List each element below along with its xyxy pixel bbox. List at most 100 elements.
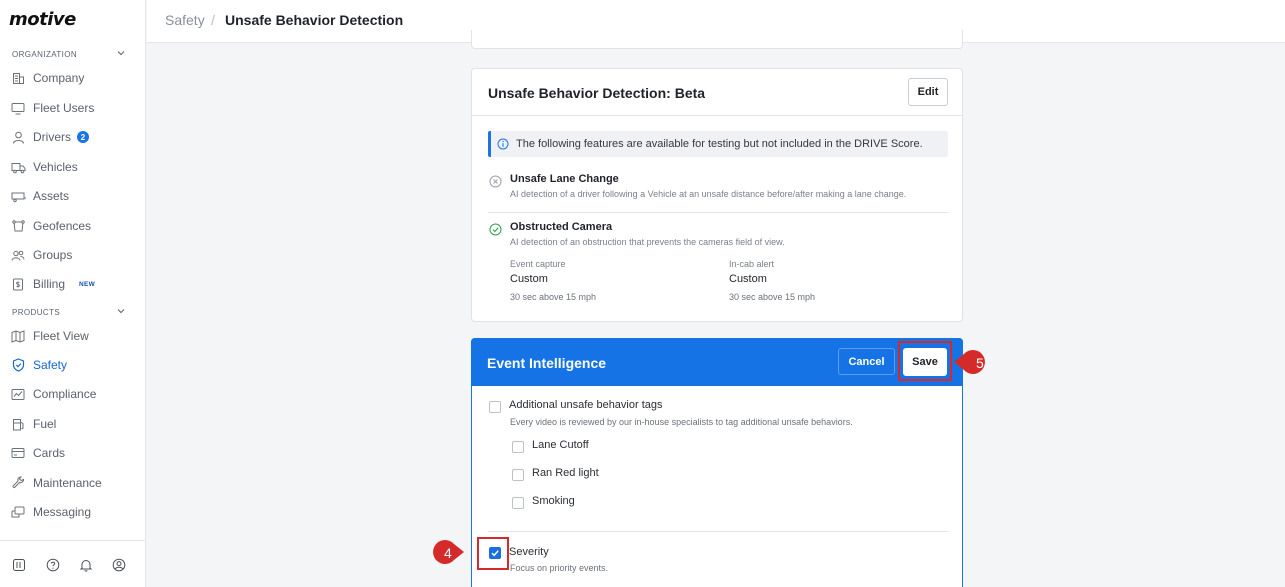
event-intelligence-title: Event Intelligence (487, 355, 607, 371)
cancel-button[interactable]: Cancel (838, 348, 895, 375)
lane-cutoff-checkbox[interactable] (512, 441, 524, 453)
sidebar-item-geofences[interactable]: Geofences (10, 215, 138, 237)
sidebar-item-compliance[interactable]: Compliance (10, 383, 138, 405)
sidebar-footer (0, 540, 146, 587)
organization-section-label: ORGANIZATION (12, 50, 78, 59)
divider (488, 531, 948, 532)
sidebar-item-label: Billing (33, 277, 66, 291)
sidebar-item-label: Fleet Users (33, 101, 95, 115)
fuel-icon (10, 416, 26, 432)
sidebar-item-vehicles[interactable]: Vehicles (10, 156, 138, 178)
sidebar-item-label: Vehicles (33, 160, 78, 174)
bell-icon[interactable] (79, 558, 93, 572)
trailer-icon (10, 188, 26, 204)
help-icon[interactable] (46, 558, 60, 572)
event-capture-detail: 30 sec above 15 mph (510, 292, 597, 302)
ran-red-light-label: Ran Red light (532, 467, 599, 479)
sidebar-item-label: Cards (33, 446, 66, 460)
sidebar-item-label: Drivers (33, 130, 71, 144)
sidebar-item-label: Safety (33, 358, 68, 372)
divider (472, 115, 962, 116)
chevron-down-icon[interactable] (116, 306, 126, 316)
incab-alert-detail: 30 sec above 15 mph (729, 292, 816, 302)
edit-button[interactable]: Edit (908, 78, 948, 106)
new-badge: NEW (79, 280, 96, 288)
sidebar-item-label: Geofences (33, 219, 92, 233)
geofence-icon (10, 218, 26, 234)
beta-card-title: Unsafe Behavior Detection: Beta (488, 85, 706, 101)
sidebar-item-label: Maintenance (33, 476, 102, 490)
shield-icon (10, 357, 26, 373)
additional-tags-checkbox[interactable] (489, 401, 501, 413)
sidebar-item-fleet-users[interactable]: Fleet Users (10, 97, 138, 119)
save-highlight-box (898, 341, 952, 381)
info-text: The following features are available for… (516, 138, 923, 150)
event-capture-value: Custom (510, 273, 548, 285)
event-intelligence-header: Event Intelligence Cancel Save (471, 338, 963, 386)
enabled-circle-check-icon (489, 223, 502, 236)
previous-card-bottom (471, 30, 963, 49)
sidebar-item-assets[interactable]: Assets (10, 185, 138, 207)
person-icon (10, 129, 26, 145)
monitor-icon (10, 100, 26, 116)
sidebar: motive ORGANIZATION Company Fleet Users … (0, 0, 146, 587)
sidebar-item-billing[interactable]: Billing NEW (10, 273, 138, 295)
ran-red-light-checkbox[interactable] (512, 469, 524, 481)
sidebar-item-label: Messaging (33, 505, 92, 519)
smoking-checkbox[interactable] (512, 497, 524, 509)
incab-alert-label: In-cab alert (729, 259, 775, 269)
divider (488, 212, 948, 213)
additional-tags-description: Every video is reviewed by our in-house … (510, 417, 853, 427)
feature-name: Unsafe Lane Change (510, 173, 619, 185)
motive-logo[interactable]: motive (9, 9, 76, 30)
disabled-circle-x-icon (489, 175, 502, 188)
truck-icon (10, 159, 26, 175)
sidebar-item-fleet-view[interactable]: Fleet View (10, 325, 138, 347)
sidebar-item-label: Fuel (33, 417, 57, 431)
drivers-count-badge: 2 (77, 131, 89, 143)
info-icon (497, 138, 509, 150)
severity-label: Severity (509, 546, 549, 558)
group-icon (10, 247, 26, 263)
sidebar-item-fuel[interactable]: Fuel (10, 413, 138, 435)
severity-description: Focus on priority events. (510, 563, 609, 573)
sidebar-item-maintenance[interactable]: Maintenance (10, 472, 138, 494)
lane-cutoff-label: Lane Cutoff (532, 439, 589, 451)
map-icon (10, 328, 26, 344)
library-icon[interactable] (12, 558, 26, 572)
sidebar-item-groups[interactable]: Groups (10, 244, 138, 266)
incab-alert-value: Custom (729, 273, 767, 285)
message-icon (10, 504, 26, 520)
sidebar-item-label: Company (33, 71, 85, 85)
card-icon (10, 445, 26, 461)
feature-description: AI detection of a driver following a Veh… (510, 189, 907, 199)
breadcrumb-safety-link[interactable]: Safety (165, 12, 205, 28)
breadcrumb-separator: / (211, 12, 215, 28)
sidebar-item-label: Groups (33, 248, 73, 262)
wrench-icon (10, 475, 26, 491)
page-title: Unsafe Behavior Detection (225, 12, 404, 28)
sidebar-item-label: Fleet View (33, 329, 89, 343)
sidebar-item-safety[interactable]: Safety (10, 354, 138, 376)
sidebar-item-label: Assets (33, 189, 70, 203)
event-capture-label: Event capture (510, 259, 566, 269)
products-section-label: PRODUCTS (12, 308, 61, 317)
beta-info-banner: The following features are available for… (488, 131, 948, 157)
account-icon[interactable] (112, 558, 126, 572)
feature-description: AI detection of an obstruction that prev… (510, 237, 785, 247)
event-intelligence-card: Event Intelligence Cancel Save Additiona… (471, 338, 963, 587)
smoking-label: Smoking (532, 495, 575, 507)
unsafe-behavior-beta-card: Unsafe Behavior Detection: Beta Edit The… (471, 68, 963, 322)
billing-icon (10, 276, 26, 292)
severity-highlight-box (477, 537, 509, 570)
sidebar-item-cards[interactable]: Cards (10, 442, 138, 464)
additional-tags-label: Additional unsafe behavior tags (509, 399, 663, 411)
sidebar-item-label: Compliance (33, 387, 97, 401)
sidebar-item-drivers[interactable]: Drivers 2 (10, 126, 138, 148)
step-number-severity: 4 (444, 545, 452, 561)
chevron-down-icon[interactable] (116, 48, 126, 58)
sidebar-item-messaging[interactable]: Messaging (10, 501, 138, 523)
step-number-save: 5 (976, 355, 984, 371)
sidebar-item-company[interactable]: Company (10, 67, 138, 89)
feature-name: Obstructed Camera (510, 221, 613, 233)
